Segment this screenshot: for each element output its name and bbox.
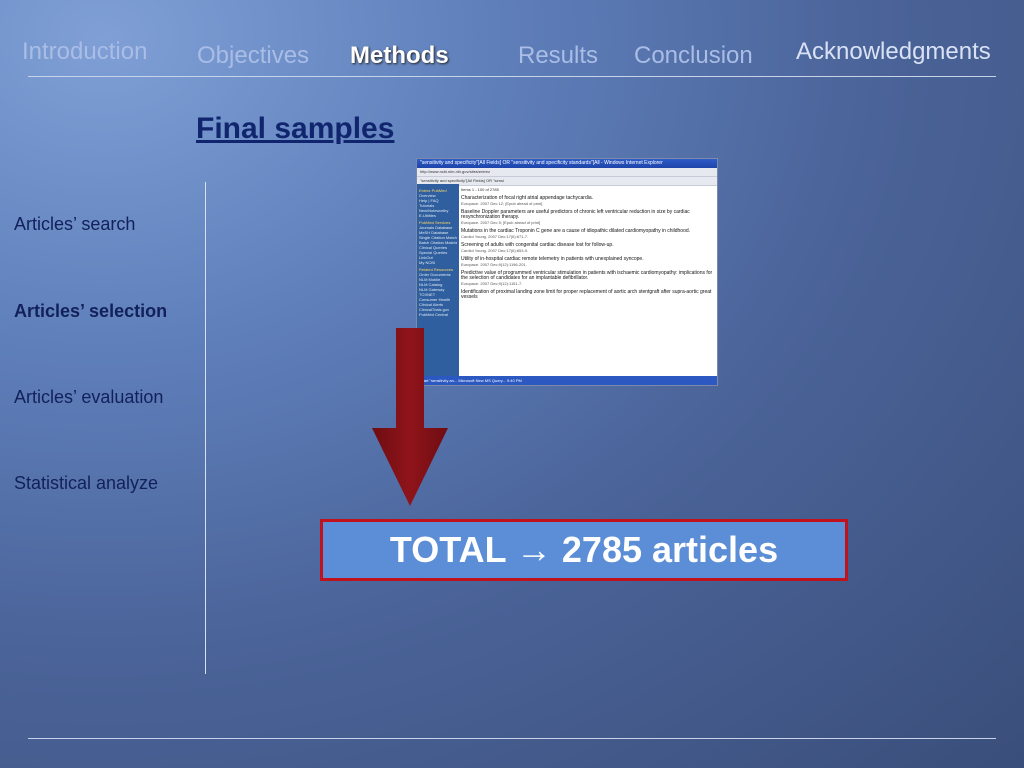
- browser-title-bar: "sensitivity and specificity"[All Fields…: [417, 159, 717, 168]
- nav-item-results[interactable]: Results: [518, 42, 598, 70]
- list-item: Predictive value of programmed ventricul…: [461, 270, 713, 287]
- record-title: Identification of proximal landing zone …: [461, 289, 712, 300]
- record-source: Cardiol Young. 2007 Dec;17(6):671-7.: [461, 234, 529, 239]
- side-item-articles-selection[interactable]: Articles’ selection: [14, 301, 167, 322]
- bottom-divider: [28, 738, 996, 739]
- result-count: Items 1 - 100 of 2785: [461, 187, 499, 192]
- total-articles-box: TOTAL → 2785 articles: [320, 519, 848, 581]
- nav-item-conclusion[interactable]: Conclusion: [634, 42, 753, 70]
- down-arrow-icon: [372, 328, 448, 506]
- list-item: Characterization of focal right atrial a…: [461, 196, 713, 207]
- pubmed-sidebar-item: E-Utilities: [419, 213, 436, 218]
- record-title: Predictive value of programmed ventricul…: [461, 270, 713, 281]
- nav-item-objectives[interactable]: Objectives: [197, 42, 309, 70]
- nav-item-introduction[interactable]: Introduction: [22, 38, 147, 66]
- list-item: Utility of in-hospital cardiac remote te…: [461, 257, 713, 268]
- section-nav: Introduction Objectives Methods Results …: [0, 36, 1024, 76]
- side-item-articles-search[interactable]: Articles’ search: [14, 214, 135, 235]
- result-list: Characterization of focal right atrial a…: [461, 196, 713, 300]
- record-source: Europace. 2007 Dec 5; [Epub ahead of pri…: [461, 220, 541, 225]
- side-item-articles-evaluation[interactable]: Articles’ evaluation: [14, 387, 163, 408]
- pubmed-screenshot: "sensitivity and specificity"[All Fields…: [416, 158, 718, 386]
- nav-item-acknowledgments[interactable]: Acknowledgments: [796, 38, 991, 66]
- browser-content: Entrez PubMed Overview Help | FAQ Tutorials…: [417, 184, 717, 376]
- record-source: Europace. 2007 Dec;9(12):1196-201.: [461, 262, 527, 267]
- pubmed-results: Items 1 - 100 of 2785 Characterization o…: [461, 184, 713, 376]
- record-source: Europace. 2007 Dec 12; [Epub ahead of pr…: [461, 201, 543, 206]
- browser-address-bar: http://www.ncbi.nlm.nih.gov/sites/entrez: [417, 168, 717, 177]
- vertical-divider: [205, 182, 206, 674]
- list-item: Screening of adults with congenital card…: [461, 243, 713, 254]
- side-item-statistical-analyze[interactable]: Statistical analyze: [14, 473, 158, 494]
- list-item: Baseline Doppler parameters are useful p…: [461, 209, 713, 226]
- record-source: Europace. 2007 Dec;9(12):1151-7.: [461, 281, 523, 286]
- record-source: Cardiol Young. 2007 Dec;17(6):653-9.: [461, 248, 529, 253]
- list-item: Mutations in the cardiac Troponin C gene…: [461, 229, 713, 240]
- top-divider: [28, 76, 996, 77]
- record-title: Baseline Doppler parameters are useful p…: [461, 209, 690, 220]
- nav-item-methods[interactable]: Methods: [350, 42, 449, 70]
- slide-title: Final samples: [196, 112, 395, 145]
- windows-taskbar: Start "sensitivity an... Microsoft New M…: [417, 376, 717, 385]
- list-item: Identification of proximal landing zone …: [461, 290, 713, 300]
- pubmed-sidebar-item: PubMed Central: [419, 312, 448, 317]
- pubmed-sidebar-item: My NCBI: [419, 260, 435, 265]
